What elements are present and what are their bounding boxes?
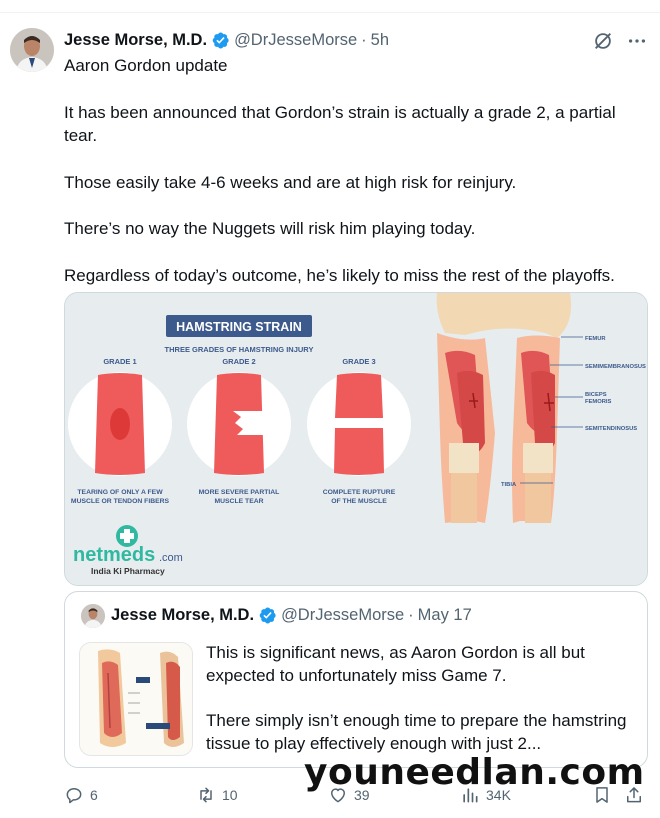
retweet-icon [200,787,212,803]
grade-3-label: GRADE 3 [342,357,375,366]
grade-3-caption-1: COMPLETE RUPTURE [323,489,396,496]
label-semimembranosus: SEMIMEMBRANOSUS [585,364,646,370]
grade-1-caption-1: TEARING OF ONLY A FEW [77,489,163,496]
quote-author-name: Jesse Morse, M.D. [111,606,255,624]
label-tibia: TIBIA [501,482,517,488]
label-semitendinosus: SEMITENDINOSUS [585,426,637,432]
heart-icon [331,788,345,803]
analytics-icon [463,788,478,803]
author-avatar[interactable] [10,28,54,72]
post-time[interactable]: 5h [371,31,389,50]
quote-text: This is significant news, as Aaron Gordo… [206,643,585,685]
quote-body: This is significant news, as Aaron Gordo… [206,641,636,755]
label-femoris: FEMORIS [585,399,612,405]
label-femur: FEMUR [585,336,606,342]
quote-author-avatar [81,604,105,628]
author-name[interactable]: Jesse Morse, M.D. [64,31,207,50]
bookmark-icon [596,787,608,803]
grok-icon[interactable] [592,30,614,52]
view-count: 34K [486,787,511,803]
verified-badge-icon [211,31,230,50]
grade-1-caption-2: MUSCLE OR TENDON FIBERS [71,498,170,505]
quote-thumbnail [79,642,193,756]
quoted-tweet[interactable]: Jesse Morse, M.D. @DrJesseMorse · May 17… [64,591,648,768]
hamstring-infographic[interactable]: HAMSTRING STRAIN THREE GRADES OF HAMSTRI… [64,292,648,586]
quote-text: There simply isn’t enough time to prepar… [206,711,627,753]
more-options-icon[interactable] [626,30,648,52]
brand-suffix: .com [159,552,183,564]
quote-header: Jesse Morse, M.D. @DrJesseMorse · May 17 [111,606,472,625]
label-biceps: BICEPS [585,392,607,398]
tweet-line: Regardless of today’s outcome, he’s like… [64,265,615,285]
grade-2-label: GRADE 2 [222,357,255,366]
action-bar: 6 10 39 34K [64,780,648,810]
separator-dot: · [361,30,367,49]
tweet-header: Jesse Morse, M.D. @DrJesseMorse · 5h [64,28,389,52]
infographic-subtitle: THREE GRADES OF HAMSTRING INJURY [165,345,314,354]
grade-1-label: GRADE 1 [103,357,136,366]
share-button[interactable] [624,780,644,810]
grade-2-caption-1: MORE SEVERE PARTIAL [199,489,280,496]
tweet-body: Aaron Gordon update It has been announce… [64,54,642,287]
brand-tagline: India Ki Pharmacy [91,566,165,576]
grade-3-caption-2: OF THE MUSCLE [331,498,387,505]
quote-date: May 17 [417,606,472,624]
verified-badge-icon [258,606,277,625]
grade-2-caption-2: MUSCLE TEAR [214,498,263,505]
tweet-line: Those easily take 4-6 weeks and are at h… [64,172,517,192]
quote-author-handle: @DrJesseMorse [281,606,405,624]
views-button[interactable]: 34K [460,780,511,810]
header-actions [592,30,648,52]
separator-dot: · [408,606,414,624]
author-handle[interactable]: @DrJesseMorse [234,31,357,50]
retweet-count: 10 [222,787,238,803]
reply-icon [66,788,82,804]
share-icon [627,787,641,803]
tweet-line: Aaron Gordon update [64,56,228,75]
top-divider [0,0,660,13]
reply-count: 6 [90,787,98,803]
retweet-button[interactable]: 10 [196,780,238,810]
infographic-title: HAMSTRING STRAIN [176,320,302,334]
bookmark-button[interactable] [592,780,612,810]
reply-button[interactable]: 6 [64,780,98,810]
like-button[interactable]: 39 [328,780,370,810]
tweet-line: It has been announced that Gordon’s stra… [64,102,616,146]
like-count: 39 [354,787,370,803]
brand-name: netmeds [73,544,155,566]
tweet-line: There’s no way the Nuggets will risk him… [64,219,476,238]
